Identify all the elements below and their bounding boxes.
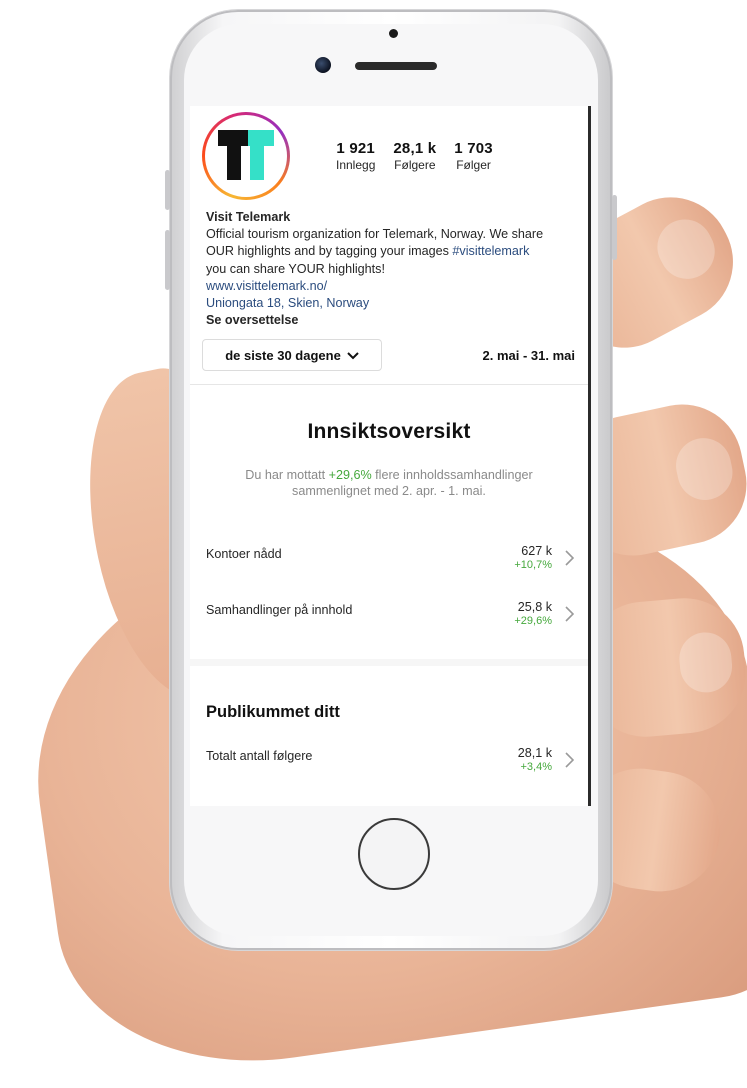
avatar-image — [205, 115, 287, 197]
phone-side-button — [165, 170, 170, 210]
metric-label: Totalt antall følgere — [206, 749, 313, 763]
stat-followers-value: 28,1 k — [393, 140, 437, 157]
profile-avatar[interactable] — [202, 112, 290, 200]
insights-summary: Du har mottatt +29,6% flere innholdssamh… — [220, 467, 558, 499]
screen-edge — [588, 106, 591, 806]
metric-values: 28,1 k +3,4% — [518, 746, 552, 773]
finger-nail — [670, 433, 738, 506]
translate-link[interactable]: Se oversettelse — [206, 312, 578, 329]
metric-change: +10,7% — [514, 559, 552, 571]
stat-following-label: Følger — [456, 158, 491, 172]
proximity-sensor — [389, 29, 398, 38]
earpiece-speaker — [355, 62, 437, 70]
home-button[interactable] — [358, 818, 430, 890]
stat-posts-value: 1 921 — [336, 140, 375, 157]
stat-following-value: 1 703 — [454, 140, 493, 157]
telemark-logo-icon — [218, 130, 274, 180]
selected-date-range: 2. mai - 31. mai — [482, 348, 576, 363]
profile-name: Visit Telemark — [206, 210, 291, 224]
stat-following[interactable]: 1 703 Følger — [454, 140, 493, 172]
phone-screen: 1 921 Innlegg 28,1 k Følgere 1 703 Følge… — [190, 106, 588, 806]
chevron-right-icon — [565, 752, 575, 773]
finger-nail — [647, 209, 725, 289]
metric-label: Samhandlinger på innhold — [206, 603, 353, 617]
section-divider — [190, 384, 588, 385]
summary-highlight: +29,6% — [328, 468, 372, 482]
bio-line: you can share YOUR highlights! — [206, 261, 385, 276]
chevron-down-icon — [347, 348, 359, 363]
chevron-right-icon — [565, 550, 575, 571]
date-range-dropdown[interactable]: de siste 30 dagene — [202, 339, 382, 371]
front-camera — [315, 57, 331, 73]
phone-volume-button — [165, 230, 170, 290]
stat-followers[interactable]: 28,1 k Følgere — [393, 140, 436, 172]
metric-change: +3,4% — [520, 761, 553, 773]
stat-followers-label: Følgere — [394, 158, 436, 172]
hashtag-link[interactable]: #visittelemark — [452, 244, 529, 258]
metric-row-total-followers[interactable]: Totalt antall følgere 28,1 k +3,4% — [206, 746, 576, 782]
date-range-dropdown-label: de siste 30 dagene — [225, 347, 341, 363]
section-separator — [190, 659, 588, 666]
summary-text: Du har mottatt — [245, 468, 329, 482]
finger-nail — [677, 630, 735, 695]
metric-change: +29,6% — [514, 615, 552, 627]
metric-row-content-interactions[interactable]: Samhandlinger på innhold 25,8 k +29,6% — [206, 600, 576, 636]
metric-value: 25,8 k — [517, 600, 552, 614]
profile-stats: 1 921 Innlegg 28,1 k Følgere 1 703 Følge… — [336, 140, 511, 172]
audience-title: Publikummet ditt — [206, 703, 340, 721]
metric-values: 627 k +10,7% — [514, 544, 552, 571]
metric-row-accounts-reached[interactable]: Kontoer nådd 627 k +10,7% — [206, 544, 576, 580]
phone-power-button — [612, 195, 617, 260]
bio-text: OUR highlights and by tagging your image… — [206, 244, 453, 259]
website-link[interactable]: www.visittelemark.no/ — [206, 278, 578, 295]
bio-line: Official tourism organization for Telema… — [206, 227, 544, 242]
address-link[interactable]: Uniongata 18, Skien, Norway — [206, 295, 578, 312]
chevron-right-icon — [565, 606, 575, 627]
metric-values: 25,8 k +29,6% — [514, 600, 552, 627]
stat-posts[interactable]: 1 921 Innlegg — [336, 140, 375, 172]
metric-value: 627 k — [521, 544, 552, 558]
stat-posts-label: Innlegg — [336, 158, 376, 172]
metric-value: 28,1 k — [517, 746, 552, 760]
bio-line: OUR highlights and by tagging your image… — [206, 243, 578, 260]
metric-label: Kontoer nådd — [206, 547, 282, 561]
profile-bio: Visit Telemark Official tourism organiza… — [206, 209, 578, 329]
insights-title: Innsiktsoversikt — [307, 420, 471, 443]
